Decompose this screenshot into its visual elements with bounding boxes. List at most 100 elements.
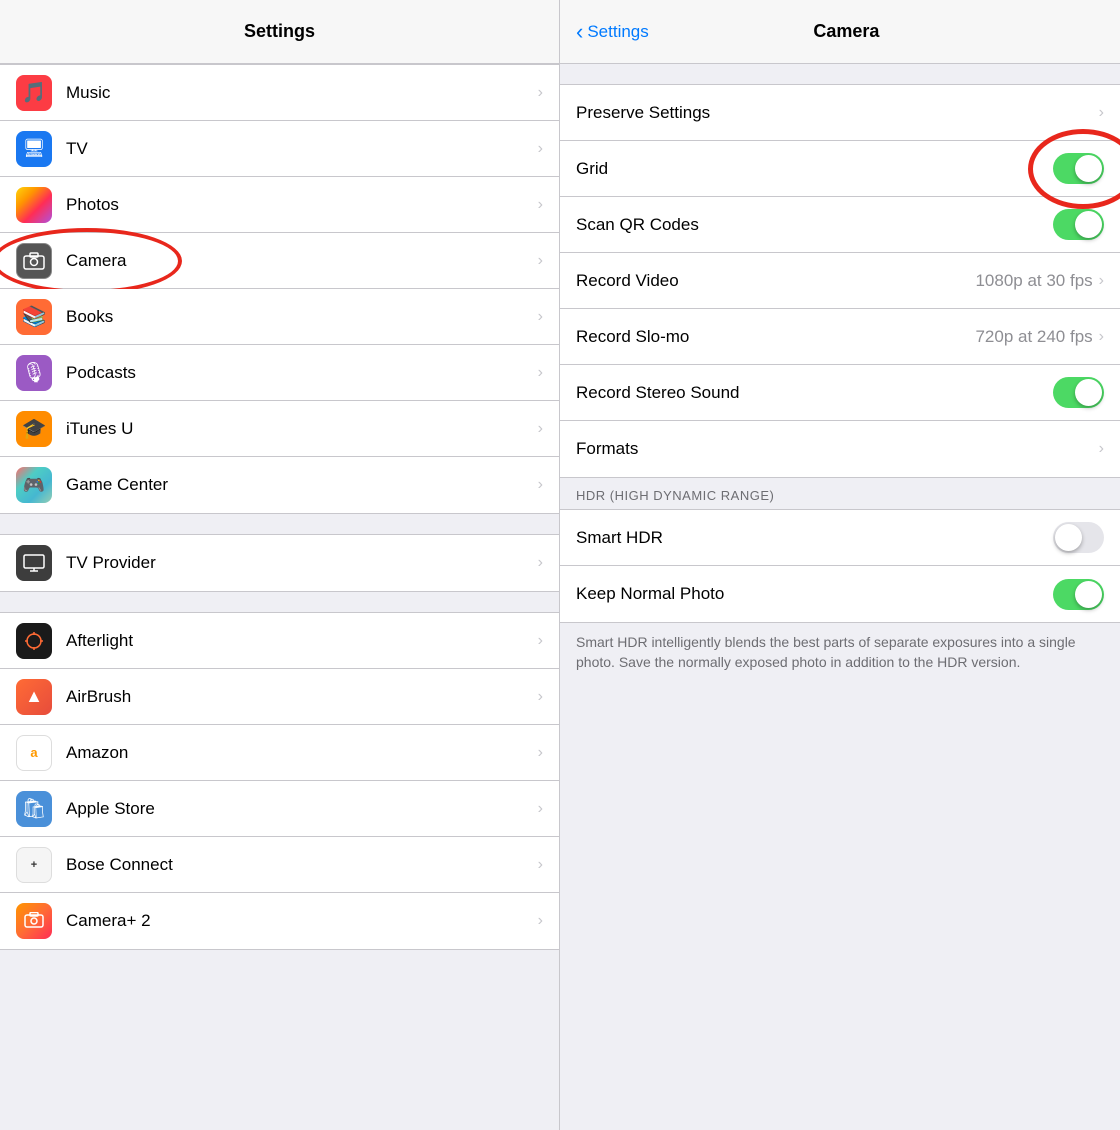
books-label: Books — [66, 307, 538, 327]
hdr-settings-group: Smart HDR Keep Normal Photo — [560, 509, 1120, 623]
cameraplusplus-label: Camera+ 2 — [66, 911, 538, 931]
afterlight-icon — [16, 623, 52, 659]
settings-row-photos[interactable]: Photos › — [0, 177, 559, 233]
settings-row-amazon[interactable]: a Amazon › — [0, 725, 559, 781]
settings-row-gamecenter[interactable]: 🎮 Game Center › — [0, 457, 559, 513]
smart-hdr-toggle-knob — [1055, 524, 1082, 551]
settings-group-1: 🎵 Music › 🖥 TV › Photos › — [0, 64, 559, 514]
scan-qr-row[interactable]: Scan QR Codes — [560, 197, 1120, 253]
settings-row-camera[interactable]: Camera › — [0, 233, 559, 289]
back-chevron-icon: ‹ — [576, 21, 583, 43]
camera-settings-group-1: Preserve Settings › Grid Scan QR Codes R… — [560, 84, 1120, 478]
settings-row-podcasts[interactable]: 🎙 Podcasts › — [0, 345, 559, 401]
music-chevron: › — [538, 84, 543, 102]
record-slomo-row[interactable]: Record Slo-mo 720p at 240 fps › — [560, 309, 1120, 365]
right-header: ‹ Settings Camera — [560, 0, 1120, 64]
camera-label: Camera — [66, 251, 538, 271]
record-video-label: Record Video — [576, 271, 975, 291]
tvprovider-chevron: › — [538, 554, 543, 572]
back-label: Settings — [587, 22, 648, 42]
grid-row[interactable]: Grid — [560, 141, 1120, 197]
applestore-icon: 🛍 — [16, 791, 52, 827]
right-panel-title: Camera — [649, 21, 1044, 42]
preserve-settings-label: Preserve Settings — [576, 103, 1099, 123]
settings-row-music[interactable]: 🎵 Music › — [0, 65, 559, 121]
photos-label: Photos — [66, 195, 538, 215]
podcasts-icon: 🎙 — [16, 355, 52, 391]
tvprovider-label: TV Provider — [66, 553, 538, 573]
tv-label: TV — [66, 139, 538, 159]
camera-settings-panel: ‹ Settings Camera Preserve Settings › Gr… — [560, 0, 1120, 1130]
tvprovider-icon — [16, 545, 52, 581]
settings-row-tv[interactable]: 🖥 TV › — [0, 121, 559, 177]
preserve-settings-row[interactable]: Preserve Settings › — [560, 85, 1120, 141]
record-slomo-label: Record Slo-mo — [576, 327, 975, 347]
record-stereo-toggle-knob — [1075, 379, 1102, 406]
record-slomo-value: 720p at 240 fps — [975, 327, 1092, 347]
settings-row-applestore[interactable]: 🛍 Apple Store › — [0, 781, 559, 837]
cameraplusplus-chevron: › — [538, 912, 543, 930]
airbrush-chevron: › — [538, 688, 543, 706]
gamecenter-chevron: › — [538, 476, 543, 494]
gamecenter-icon: 🎮 — [16, 467, 52, 503]
section-gap-1 — [0, 514, 559, 534]
amazon-label: Amazon — [66, 743, 538, 763]
hdr-section: HDR (HIGH DYNAMIC RANGE) — [560, 478, 1120, 509]
cameraplusplus-icon — [16, 903, 52, 939]
bose-label: Bose Connect — [66, 855, 538, 875]
smart-hdr-row[interactable]: Smart HDR — [560, 510, 1120, 566]
amazon-icon: a — [16, 735, 52, 771]
settings-row-bose[interactable]: + Bose Connect › — [0, 837, 559, 893]
smart-hdr-label: Smart HDR — [576, 528, 1053, 548]
afterlight-chevron: › — [538, 632, 543, 650]
settings-row-itunesu[interactable]: 🎓 iTunes U › — [0, 401, 559, 457]
scan-qr-toggle-knob — [1075, 211, 1102, 238]
scan-qr-toggle[interactable] — [1053, 209, 1104, 240]
music-label: Music — [66, 83, 538, 103]
grid-toggle[interactable] — [1053, 153, 1104, 184]
keep-normal-photo-toggle-knob — [1075, 581, 1102, 608]
record-video-chevron: › — [1099, 272, 1104, 290]
bose-icon: + — [16, 847, 52, 883]
keep-normal-photo-toggle[interactable] — [1053, 579, 1104, 610]
formats-label: Formats — [576, 439, 1099, 459]
formats-row[interactable]: Formats › — [560, 421, 1120, 477]
settings-row-tvprovider[interactable]: TV Provider › — [0, 535, 559, 591]
smart-hdr-toggle[interactable] — [1053, 522, 1104, 553]
settings-group-2: TV Provider › — [0, 534, 559, 592]
camera-icon — [16, 243, 52, 279]
settings-row-books[interactable]: 📚 Books › — [0, 289, 559, 345]
books-icon: 📚 — [16, 299, 52, 335]
left-header: Settings — [0, 0, 559, 64]
airbrush-label: AirBrush — [66, 687, 538, 707]
afterlight-label: Afterlight — [66, 631, 538, 651]
record-video-value: 1080p at 30 fps — [975, 271, 1092, 291]
airbrush-icon: ▲ — [16, 679, 52, 715]
record-slomo-chevron: › — [1099, 328, 1104, 346]
record-stereo-toggle[interactable] — [1053, 377, 1104, 408]
bose-chevron: › — [538, 856, 543, 874]
music-icon: 🎵 — [16, 75, 52, 111]
settings-left-panel: Settings 🎵 Music › 🖥 TV › Photos › — [0, 0, 560, 1130]
grid-label: Grid — [576, 159, 1053, 179]
formats-chevron: › — [1099, 440, 1104, 458]
left-panel-title: Settings — [244, 21, 315, 42]
gamecenter-label: Game Center — [66, 475, 538, 495]
podcasts-label: Podcasts — [66, 363, 538, 383]
keep-normal-photo-label: Keep Normal Photo — [576, 584, 1053, 604]
keep-normal-photo-row[interactable]: Keep Normal Photo — [560, 566, 1120, 622]
settings-row-airbrush[interactable]: ▲ AirBrush › — [0, 669, 559, 725]
back-button[interactable]: ‹ Settings — [576, 21, 649, 43]
record-stereo-label: Record Stereo Sound — [576, 383, 1053, 403]
itunesu-label: iTunes U — [66, 419, 538, 439]
photos-chevron: › — [538, 196, 543, 214]
settings-row-cameraplusplus[interactable]: Camera+ 2 › — [0, 893, 559, 949]
books-chevron: › — [538, 308, 543, 326]
record-video-row[interactable]: Record Video 1080p at 30 fps › — [560, 253, 1120, 309]
settings-row-afterlight[interactable]: Afterlight › — [0, 613, 559, 669]
record-stereo-row[interactable]: Record Stereo Sound — [560, 365, 1120, 421]
itunesu-chevron: › — [538, 420, 543, 438]
itunesu-icon: 🎓 — [16, 411, 52, 447]
grid-toggle-knob — [1075, 155, 1102, 182]
applestore-label: Apple Store — [66, 799, 538, 819]
